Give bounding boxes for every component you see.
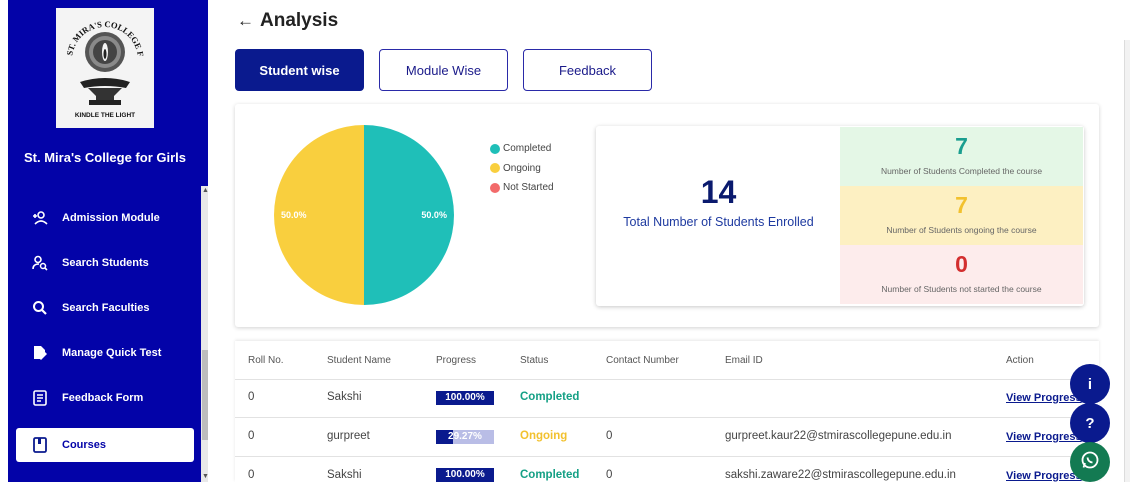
page-scrollbar[interactable]	[1124, 40, 1130, 482]
ongoing-label: Number of Students ongoing the course	[886, 225, 1037, 235]
column-header-contact: Contact Number	[606, 355, 679, 366]
ongoing-count: 7	[955, 192, 968, 218]
search-icon	[16, 300, 62, 316]
sidebar-item-search-faculties[interactable]: Search Faculties	[16, 291, 194, 325]
legend-dot	[490, 163, 500, 174]
chart-legend: Completed Ongoing Not Started	[490, 139, 554, 198]
tab-feedback[interactable]: Feedback	[523, 49, 652, 91]
column-header-progress: Progress	[436, 355, 477, 366]
cell-email: gurpreet.kaur22@stmirascollegepune.edu.i…	[725, 430, 952, 442]
logo-motto: KINDLE THE LIGHT	[74, 112, 136, 119]
info-button[interactable]: i	[1070, 364, 1110, 404]
completed-stat: 7 Number of Students Completed the cours…	[840, 127, 1083, 186]
pie-slice-label: 50.0%	[421, 210, 447, 220]
status-badge: Completed	[520, 469, 580, 481]
sidebar-scrollbar[interactable]: ▲ ▼	[201, 186, 208, 482]
sidebar-item-courses[interactable]: Courses	[16, 428, 194, 462]
ongoing-stat: 7 Number of Students ongoing the course	[840, 186, 1083, 245]
row-divider	[235, 456, 1099, 457]
cell-roll: 0	[248, 469, 255, 481]
tab-module-wise[interactable]: Module Wise	[379, 49, 508, 91]
back-arrow-icon[interactable]: ←	[237, 11, 254, 31]
column-header-roll: Roll No.	[248, 355, 284, 366]
cell-contact: 0	[606, 469, 613, 481]
pie-chart: 50.0% 50.0%	[274, 125, 454, 305]
total-students-label: Total Number of Students Enrolled	[623, 215, 814, 229]
column-header-email: Email ID	[725, 355, 763, 366]
edit-doc-icon	[16, 345, 62, 361]
progress-bar: 100.00%	[436, 391, 494, 405]
info-icon: i	[1087, 375, 1093, 393]
not-started-label: Number of Students not started the cours…	[881, 284, 1042, 294]
sidebar-item-feedback-form[interactable]: Feedback Form	[16, 381, 194, 415]
sidebar-item-label: Courses	[62, 439, 107, 451]
whatsapp-button[interactable]	[1070, 442, 1110, 482]
legend-label: Not Started	[503, 182, 554, 194]
progress-bar: 100.00%	[436, 468, 494, 482]
sidebar-item-label: Feedback Form	[62, 392, 144, 404]
total-students-count: 14	[700, 174, 737, 210]
status-badge: Completed	[520, 391, 580, 403]
progress-text: 100.00%	[445, 469, 485, 480]
sidebar-item-search-students[interactable]: Search Students	[16, 246, 194, 280]
cell-roll: 0	[248, 391, 255, 403]
sidebar-item-label: Search Faculties	[62, 302, 150, 314]
page-header: ← Analysis	[237, 10, 338, 32]
sidebar-item-label: Search Students	[62, 257, 149, 269]
column-header-name: Student Name	[327, 355, 391, 366]
row-divider	[235, 417, 1099, 418]
view-progress-link[interactable]: View Progress	[1006, 392, 1082, 404]
sidebar-item-manage-quick-test[interactable]: Manage Quick Test	[16, 336, 194, 370]
not-started-stat: 0 Number of Students not started the cou…	[840, 245, 1083, 304]
college-logo: ST. MIRA'S COLLEGE FOR GIRLS KINDLE THE …	[56, 8, 154, 128]
legend-label: Completed	[503, 143, 552, 155]
cell-contact: 0	[606, 430, 613, 442]
whatsapp-icon	[1080, 450, 1100, 474]
cell-name: Sakshi	[327, 391, 362, 403]
progress-text: 100.00%	[445, 392, 485, 403]
form-icon	[16, 390, 62, 406]
legend-label: Ongoing	[503, 162, 541, 174]
pie-slice-label: 50.0%	[281, 210, 307, 220]
progress-bar: 29.27%	[436, 430, 494, 444]
help-button[interactable]: ?	[1070, 403, 1110, 443]
sidebar-item-admission-module[interactable]: Admission Module	[16, 201, 194, 235]
scroll-down-icon[interactable]: ▼	[202, 473, 208, 481]
scroll-thumb[interactable]	[202, 350, 208, 440]
page-title: Analysis	[260, 10, 339, 31]
college-name: St. Mira's College for Girls	[23, 150, 187, 165]
view-progress-link[interactable]: View Progress	[1006, 470, 1082, 482]
column-header-action: Action	[1006, 355, 1034, 366]
cell-email: sakshi.zaware22@stmirascollegepune.edu.i…	[725, 469, 956, 481]
legend-dot	[490, 182, 500, 193]
sidebar-item-label: Admission Module	[62, 212, 160, 224]
status-badge: Ongoing	[520, 430, 568, 442]
row-divider	[235, 379, 1099, 380]
book-icon	[16, 437, 62, 453]
cell-name: gurpreet	[327, 430, 370, 442]
sidebar-item-label: Manage Quick Test	[62, 347, 162, 359]
not-started-count: 0	[955, 251, 968, 277]
cell-roll: 0	[248, 430, 255, 442]
legend-item-completed: Completed	[490, 139, 554, 159]
view-progress-link[interactable]: View Progress	[1006, 431, 1082, 443]
help-icon: ?	[1085, 414, 1095, 432]
column-header-status: Status	[520, 355, 549, 366]
sidebar: ST. MIRA'S COLLEGE FOR GIRLS KINDLE THE …	[8, 0, 208, 482]
completed-label: Number of Students Completed the course	[880, 166, 1043, 176]
person-search-icon	[16, 255, 62, 271]
completed-count: 7	[955, 133, 968, 159]
person-add-icon	[16, 210, 62, 226]
tab-student-wise[interactable]: Student wise	[235, 49, 364, 91]
cell-name: Sakshi	[327, 469, 362, 481]
progress-text: 29.27%	[448, 431, 482, 442]
scroll-up-icon[interactable]: ▲	[202, 187, 208, 195]
legend-item-not-started: Not Started	[490, 178, 554, 198]
legend-item-ongoing: Ongoing	[490, 159, 554, 179]
legend-dot	[490, 143, 500, 154]
